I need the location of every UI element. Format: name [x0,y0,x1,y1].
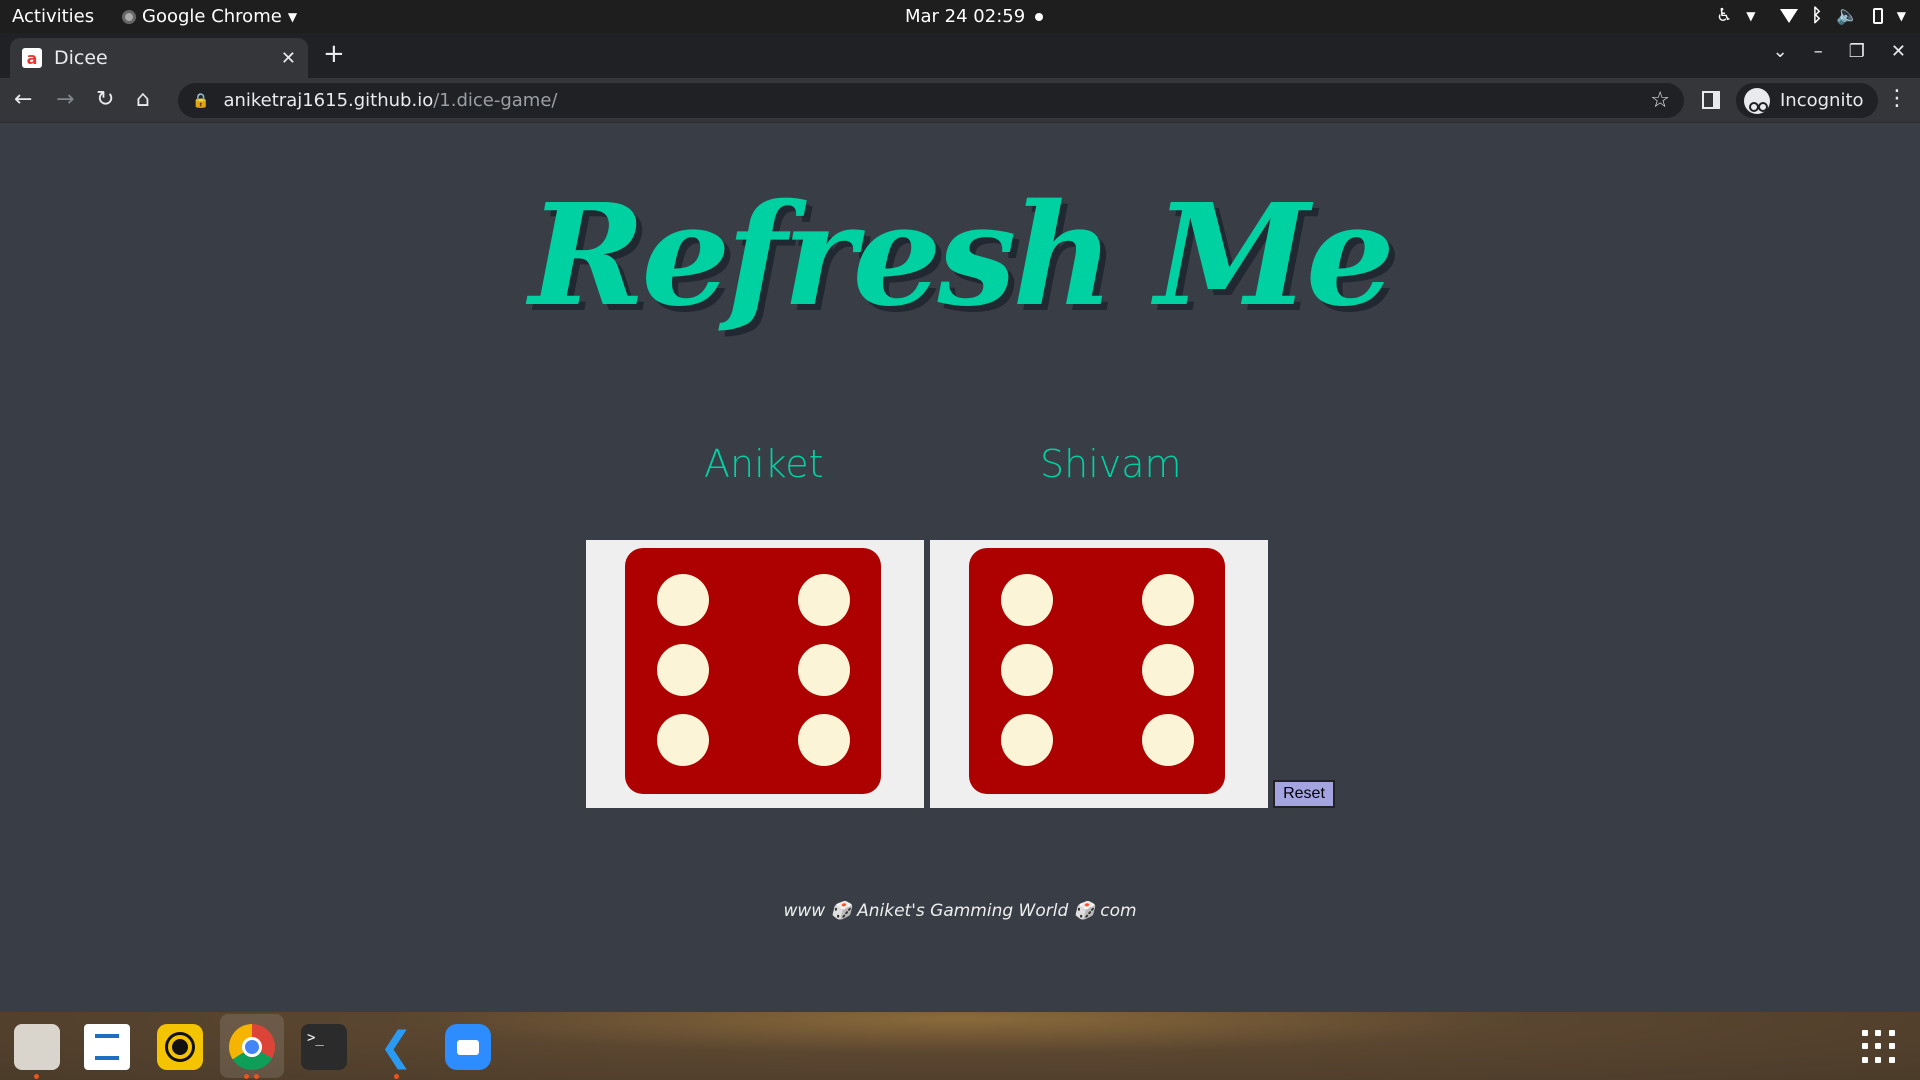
dice-image-2 [930,540,1268,808]
favicon-icon: a [22,48,42,68]
home-icon[interactable]: ⌂ [136,87,150,112]
new-tab-button[interactable]: + [323,39,345,69]
speaker-icon [168,1035,192,1059]
back-arrow-icon[interactable]: ← [14,87,32,112]
chevron-down-icon[interactable]: ▼ [1897,9,1906,23]
app-menu[interactable]: Google Chrome ▼ [122,6,297,27]
url-path: /1.dice-game/ [433,90,558,111]
chrome-small-icon [122,9,136,24]
chevron-down-icon[interactable]: ▼ [1746,9,1755,23]
rhythmbox-icon[interactable] [157,1024,203,1070]
show-applications-icon[interactable] [1862,1030,1896,1064]
system-top-bar: Activities Google Chrome ▼ Mar 24 02:59 … [0,0,1920,33]
web-page: Refresh Me Aniket Shivam Reset www 🎲 Ani… [0,124,1920,1012]
close-tab-icon[interactable]: ✕ [281,48,296,69]
reset-button[interactable]: Reset [1273,780,1335,808]
reload-icon[interactable]: ↻ [96,87,114,112]
running-indicator [394,1074,399,1079]
zoom-icon[interactable] [445,1024,491,1070]
activities-button[interactable]: Activities [12,6,94,27]
dice-image-1 [586,540,924,808]
kebab-menu-icon[interactable]: ⋮ [1886,86,1908,111]
pip-icon [657,644,709,696]
terminal-icon[interactable]: >_ [301,1024,347,1070]
bookmark-star-icon[interactable]: ☆ [1650,88,1670,113]
battery-icon [1872,7,1883,24]
window-controls: ⌄ – ❐ ✕ [1773,41,1906,62]
notification-dot-icon [1035,13,1044,21]
page-title: Refresh Me [529,174,1395,338]
incognito-icon [1744,87,1770,114]
pip-icon [657,574,709,626]
tab-dicee[interactable]: a Dicee ✕ [10,38,308,78]
die-face-2 [969,548,1225,794]
pip-icon [1001,714,1053,766]
chevron-down-icon: ▼ [287,9,298,24]
incognito-badge[interactable]: Incognito [1736,83,1878,118]
chrome-icon[interactable] [229,1024,275,1070]
address-bar[interactable]: 🔒 aniketraj1615.github.io/1.dice-game/ ☆ [178,83,1684,118]
pip-icon [1001,644,1053,696]
chrome-center-icon [242,1037,262,1057]
clock[interactable]: Mar 24 02:59 [905,6,1044,27]
app-menu-label: Google Chrome [142,6,282,27]
pip-icon [798,714,850,766]
incognito-label: Incognito [1780,90,1864,111]
clock-text: Mar 24 02:59 [905,6,1026,27]
bluetooth-icon: ᛒ [1811,5,1823,26]
running-indicator [244,1074,249,1079]
pip-icon [1142,574,1194,626]
browser-toolbar: ← → ↻ ⌂ 🔒 aniketraj1615.github.io/1.dice… [0,78,1920,123]
pip-icon [798,644,850,696]
files-icon[interactable] [14,1024,60,1070]
tab-strip: a Dicee ✕ + ⌄ – ❐ ✕ [0,33,1920,78]
wifi-icon [1779,8,1798,23]
restore-icon[interactable]: ❐ [1849,41,1865,62]
side-panel-icon[interactable] [1702,91,1720,109]
accessibility-icon[interactable]: ♿ [1716,5,1732,26]
tab-search-icon[interactable]: ⌄ [1773,41,1788,62]
pip-icon [798,574,850,626]
camera-icon [457,1039,479,1055]
running-indicator [254,1074,259,1079]
die-face-1 [625,548,881,794]
text-editor-icon[interactable] [84,1024,130,1070]
lines-icon [95,1034,119,1060]
vscode-icon[interactable]: ❮ [373,1024,419,1070]
pip-icon [1142,644,1194,696]
footer-text: www 🎲 Aniket's Gamming World 🎲 com [783,901,1137,921]
dock: >_ ❮ [0,1012,1920,1080]
forward-arrow-icon[interactable]: → [56,87,74,112]
lock-icon[interactable]: 🔒 [192,93,209,109]
running-indicator [34,1074,39,1079]
tab-title: Dicee [54,47,108,69]
pip-icon [657,714,709,766]
pip-icon [1001,574,1053,626]
player1-name: Aniket [704,442,824,486]
close-window-icon[interactable]: ✕ [1891,41,1906,62]
volume-icon: 🔈 [1836,5,1859,26]
minimize-icon[interactable]: – [1814,41,1823,62]
system-tray[interactable]: ♿ ▼ ᛒ 🔈 ▼ [1716,5,1906,26]
player2-name: Shivam [1040,442,1182,486]
pip-icon [1142,714,1194,766]
url-host: aniketraj1615.github.io [223,90,434,111]
